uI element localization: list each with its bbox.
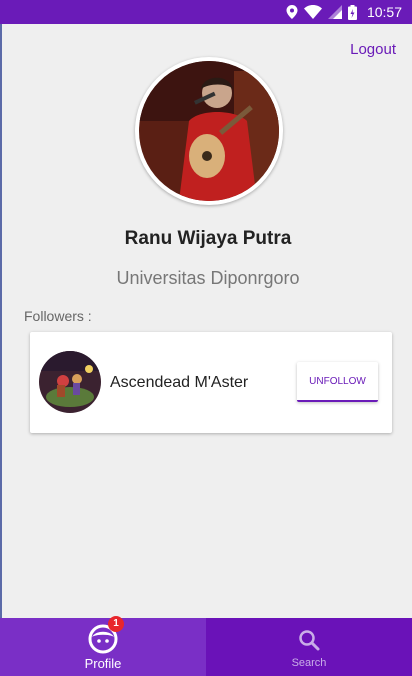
status-bar: 10:57: [0, 0, 412, 24]
logout-button[interactable]: Logout: [350, 41, 396, 58]
bottom-navigation: 1 Profile Search: [0, 615, 412, 676]
nav-label-search: Search: [291, 657, 327, 669]
followers-label: Followers :: [24, 308, 92, 324]
notification-badge: 1: [108, 615, 124, 632]
profile-avatar: [135, 57, 283, 205]
profile-school: Universitas Diponrgoro: [116, 268, 300, 288]
nav-item-search[interactable]: Search: [206, 618, 412, 676]
profile-photo: [139, 61, 279, 201]
follower-name[interactable]: Ascendead M'Aster: [110, 374, 248, 392]
battery-icon: [347, 4, 357, 20]
follower-avatar[interactable]: [39, 351, 101, 413]
nav-label-profile: Profile: [84, 655, 122, 671]
profile-name: Ranu Wijaya Putra: [124, 228, 292, 249]
wifi-icon: [303, 5, 322, 19]
profile-face-icon: 1: [88, 615, 124, 654]
unfollow-button[interactable]: UNFOLLOW: [297, 362, 378, 402]
signal-icon: [327, 5, 342, 19]
follower-photo: [39, 351, 101, 413]
search-icon: [297, 625, 321, 655]
status-time: 10:57: [366, 4, 402, 20]
profile-screen: Logout Ranu Wijaya Putra Universitas Dip…: [0, 24, 412, 618]
nav-item-profile[interactable]: 1 Profile: [0, 615, 206, 676]
location-icon: [286, 5, 298, 19]
follower-card: Ascendead M'Aster UNFOLLOW: [30, 332, 392, 433]
